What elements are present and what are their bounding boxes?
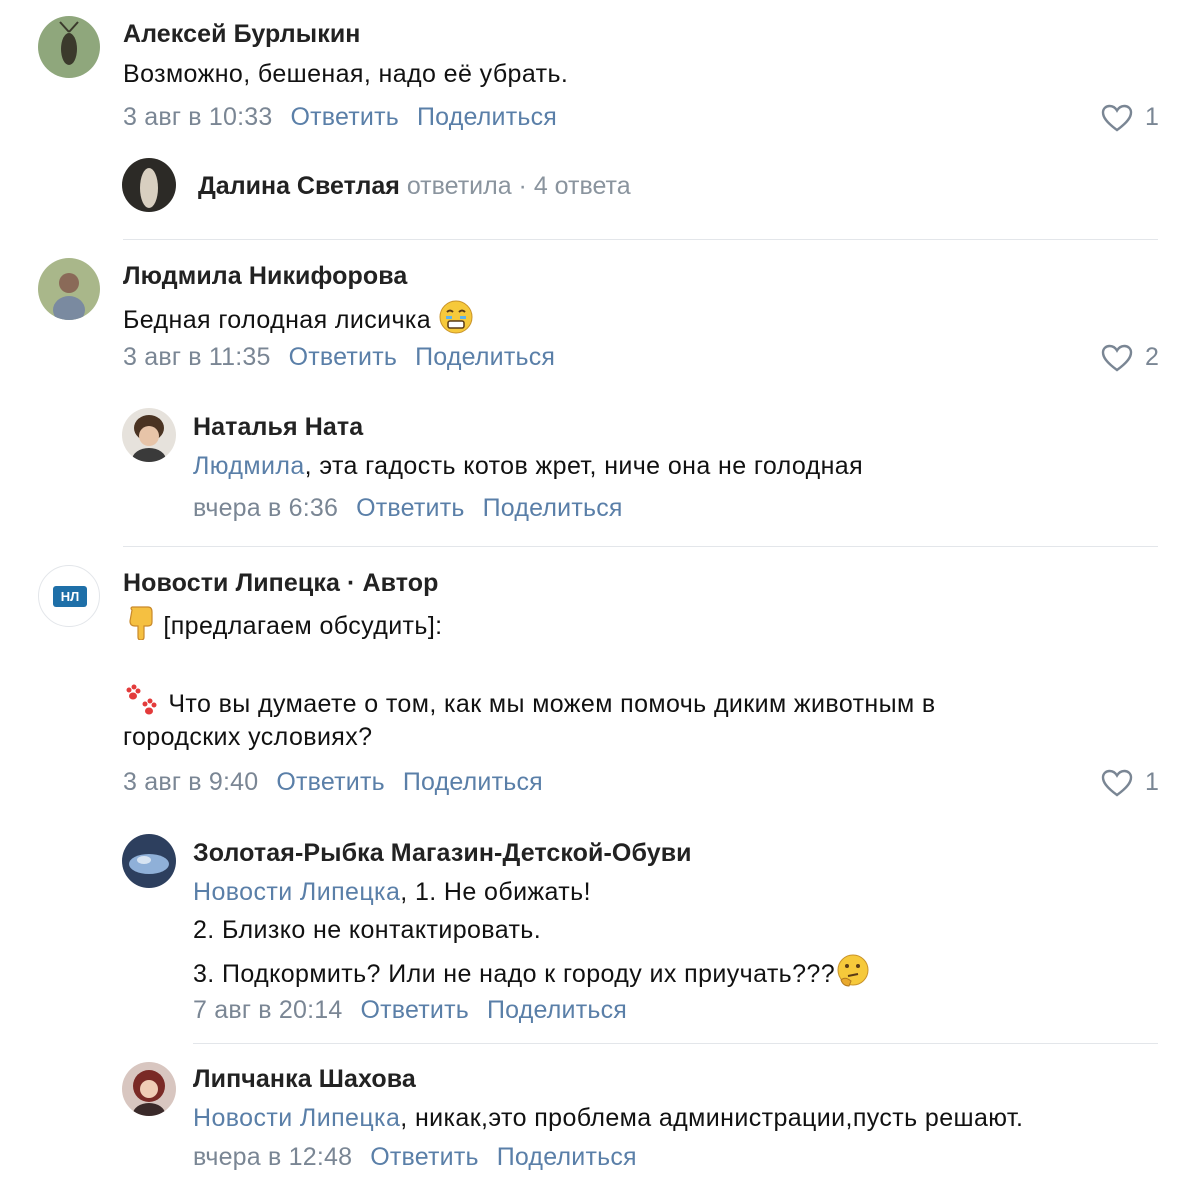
community-avatar[interactable]: НЛ <box>38 565 100 627</box>
comment-meta: 3 авг в 11:35 Ответить Поделиться <box>123 343 555 372</box>
comment-text: Бедная голодная лисичка <box>123 300 474 335</box>
thread-summary[interactable]: Далина Светлая ответила · 4 ответа <box>198 172 631 201</box>
comment-author[interactable]: Людмила Никифорова <box>123 262 407 291</box>
reply-date[interactable]: вчера в 6:36 <box>193 494 338 523</box>
divider <box>193 1043 1158 1044</box>
paw-prints-icon <box>126 684 157 715</box>
reply-text-line: Новости Липецка, 1. Не обижать! <box>193 878 591 906</box>
reply-author[interactable]: Золотая-Рыбка Магазин-Детской-Обуви <box>193 839 692 868</box>
heart-icon <box>1101 344 1133 371</box>
like-button[interactable]: 2 <box>1101 343 1159 372</box>
reply-meta: вчера в 6:36 Ответить Поделиться <box>193 494 623 523</box>
reply-author[interactable]: Липчанка Шахова <box>193 1065 416 1094</box>
comment-text-line: Что вы думаете о том, как мы можем помоч… <box>123 684 936 719</box>
comment-meta: 3 авг в 9:40 Ответить Поделиться <box>123 768 543 797</box>
divider <box>123 546 1158 547</box>
share-button[interactable]: Поделиться <box>487 996 627 1025</box>
community-logo-text: НЛ <box>53 586 87 607</box>
like-button[interactable]: 1 <box>1101 103 1159 132</box>
comment-meta: 3 авг в 10:33 Ответить Поделиться <box>123 103 557 132</box>
share-button[interactable]: Поделиться <box>403 768 543 797</box>
avatar[interactable] <box>122 834 176 888</box>
reply-date[interactable]: 7 авг в 20:14 <box>193 996 343 1025</box>
avatar[interactable] <box>122 1062 176 1116</box>
avatar[interactable] <box>122 408 176 462</box>
mention-link[interactable]: Людмила <box>193 452 305 480</box>
divider <box>123 239 1158 240</box>
avatar[interactable] <box>122 158 176 212</box>
reply-text-line: 2. Близко не контактировать. <box>193 916 542 944</box>
like-count: 1 <box>1145 103 1159 131</box>
reply-button[interactable]: Ответить <box>370 1143 478 1172</box>
like-count: 2 <box>1145 343 1159 371</box>
crying-face-icon <box>439 300 473 334</box>
thread-author[interactable]: Далина Светлая <box>198 172 400 200</box>
comment-date[interactable]: 3 авг в 10:33 <box>123 103 273 132</box>
share-button[interactable]: Поделиться <box>483 494 623 523</box>
avatar[interactable] <box>38 258 100 320</box>
thread-meta: ответила · 4 ответа <box>406 172 631 200</box>
thinking-face-icon <box>837 954 869 987</box>
reply-button[interactable]: Ответить <box>356 494 464 523</box>
mention-link[interactable]: Новости Липецка <box>193 878 400 906</box>
comment-text-line: городских условиях? <box>123 723 373 751</box>
comment-date[interactable]: 3 авг в 11:35 <box>123 343 271 372</box>
like-count: 1 <box>1145 768 1159 796</box>
share-button[interactable]: Поделиться <box>417 103 557 132</box>
comment-text-line: [предлагаем обсудить]: <box>126 606 443 641</box>
reply-button[interactable]: Ответить <box>291 103 399 132</box>
reply-text: Людмила, эта гадость котов жрет, ниче он… <box>193 452 864 480</box>
reply-text-line: 3. Подкормить? Или не надо к городу их п… <box>193 954 871 989</box>
like-button[interactable]: 1 <box>1101 768 1159 797</box>
mention-link[interactable]: Новости Липецка <box>193 1104 400 1132</box>
reply-text: Новости Липецка, никак,это проблема адми… <box>193 1104 1024 1132</box>
comment-author[interactable]: Новости Липецка · Автор <box>123 569 439 598</box>
heart-icon <box>1101 104 1133 131</box>
comment-text: Возможно, бешеная, надо её убрать. <box>123 60 569 88</box>
reply-button[interactable]: Ответить <box>289 343 397 372</box>
reply-meta: 7 авг в 20:14 Ответить Поделиться <box>193 996 627 1025</box>
pointing-down-hand-icon <box>129 606 153 640</box>
comment-date[interactable]: 3 авг в 9:40 <box>123 768 258 797</box>
comment-author[interactable]: Алексей Бурлыкин <box>123 20 361 49</box>
avatar[interactable] <box>38 16 100 78</box>
share-button[interactable]: Поделиться <box>415 343 555 372</box>
reply-meta: вчера в 12:48 Ответить Поделиться <box>193 1143 637 1172</box>
heart-icon <box>1101 769 1133 796</box>
reply-button[interactable]: Ответить <box>361 996 469 1025</box>
reply-button[interactable]: Ответить <box>276 768 384 797</box>
reply-author[interactable]: Наталья Ната <box>193 413 363 442</box>
reply-date[interactable]: вчера в 12:48 <box>193 1143 352 1172</box>
share-button[interactable]: Поделиться <box>497 1143 637 1172</box>
